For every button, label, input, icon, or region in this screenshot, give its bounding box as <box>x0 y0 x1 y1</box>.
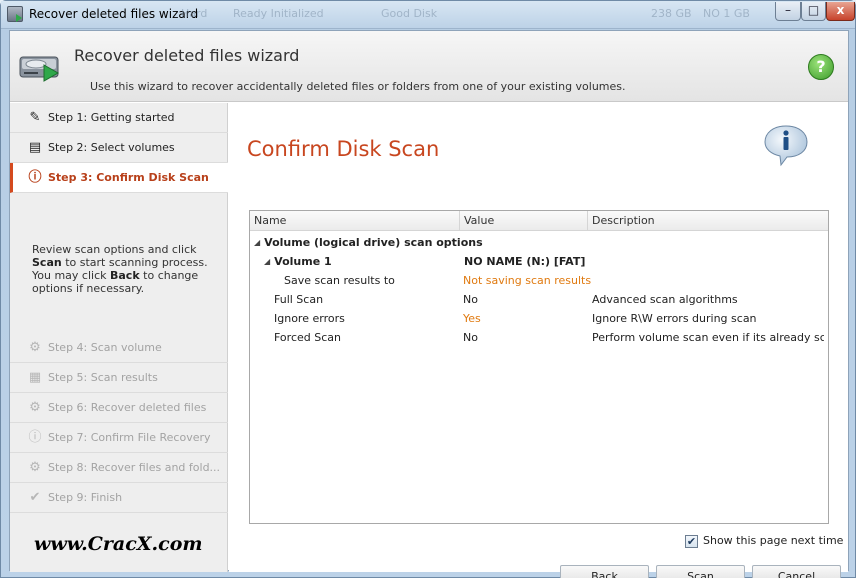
app-icon <box>7 6 23 22</box>
column-header-description[interactable]: Description <box>588 211 828 231</box>
window-title: Recover deleted files wizard <box>29 7 199 21</box>
row-name: Full Scan <box>274 293 324 306</box>
gear-icon: ⚙ <box>29 460 41 475</box>
scan-button[interactable]: Scan <box>656 565 745 578</box>
step-label: Step 3: Confirm Disk Scan <box>48 171 209 184</box>
step-label: Step 6: Recover deleted files <box>48 401 207 414</box>
page-title: Confirm Disk Scan <box>247 137 440 161</box>
sidebar-step-7: ⓘ Step 7: Confirm File Recovery <box>10 423 228 453</box>
row-description: Advanced scan algorithms <box>592 293 738 306</box>
collapse-triangle-icon[interactable]: ◢ <box>264 257 270 266</box>
row-name: Save scan results to <box>284 274 395 287</box>
show-next-time-label[interactable]: Show this page next time <box>703 534 843 547</box>
main-panel: Confirm Disk Scan Name Value Description <box>229 103 848 578</box>
maximize-button[interactable]: □ <box>801 2 826 21</box>
desc-line: to change <box>139 269 199 282</box>
checkmark-icon: ✔ <box>29 490 41 505</box>
row-name-text: Volume 1 <box>274 255 332 268</box>
background-window-text: 238 GB <box>651 7 692 20</box>
magic-wand-icon: ✎ <box>29 110 41 125</box>
gear-icon: ⚙ <box>29 400 41 415</box>
column-header-name[interactable]: Name <box>250 211 460 231</box>
background-window-text: Hard <box>181 7 208 20</box>
hard-drive-icon <box>19 56 60 82</box>
info-icon: ⓘ <box>28 430 42 445</box>
info-bubble-icon <box>764 125 808 167</box>
row-name: Ignore errors <box>274 312 345 325</box>
desc-back-word: Back <box>110 269 140 282</box>
minimize-button[interactable]: – <box>775 2 801 21</box>
collapse-triangle-icon[interactable]: ◢ <box>254 238 260 247</box>
step-label: Step 2: Select volumes <box>48 141 175 154</box>
table-header: Name Value Description <box>250 211 828 231</box>
desc-line: You may click <box>32 269 110 282</box>
desc-line: to start scanning process. <box>61 256 208 269</box>
row-description: Ignore R\W errors during scan <box>592 312 757 325</box>
column-header-value[interactable]: Value <box>460 211 588 231</box>
scan-options-table: Name Value Description ◢ Volume (logical … <box>249 210 829 524</box>
gear-icon: ⚙ <box>29 340 41 355</box>
table-group-row[interactable]: ◢ Volume (logical drive) scan options <box>250 233 828 252</box>
back-button[interactable]: Back <box>560 565 649 578</box>
sidebar-step-3[interactable]: ⓘ Step 3: Confirm Disk Scan <box>10 163 228 193</box>
row-name: ◢ Volume 1 <box>264 252 332 271</box>
row-name: Forced Scan <box>274 331 341 344</box>
row-value: Not saving scan results <box>463 274 592 287</box>
group-label-text: Volume (logical drive) scan options <box>264 236 483 249</box>
desc-line: Review scan options and click <box>32 243 197 256</box>
header-title: Recover deleted files wizard <box>74 46 300 65</box>
desc-line: options if necessary. <box>32 282 145 295</box>
step-label: Step 5: Scan results <box>48 371 158 384</box>
cancel-button[interactable]: Cancel <box>752 565 841 578</box>
sidebar-step-6: ⚙ Step 6: Recover deleted files <box>10 393 228 423</box>
wizard-header: Recover deleted files wizard Use this wi… <box>10 31 848 102</box>
step-label: Step 9: Finish <box>48 491 123 504</box>
row-value: No <box>463 331 478 344</box>
show-next-time-checkbox[interactable]: ✔ <box>685 535 698 548</box>
step-label: Step 8: Recover files and fold... <box>48 461 221 474</box>
wizard-window: Recover deleted files wizard Hard Ready … <box>0 0 856 578</box>
row-description: Perform volume scan even if its already … <box>592 331 824 344</box>
desc-scan-word: Scan <box>32 256 62 269</box>
watermark-text: www.CracX.com <box>34 533 203 555</box>
header-subtitle: Use this wizard to recover accidentally … <box>90 80 626 93</box>
step-label: Step 4: Scan volume <box>48 341 162 354</box>
sidebar-step-9: ✔ Step 9: Finish <box>10 483 228 513</box>
table-row[interactable]: Save scan results to Not saving scan res… <box>250 271 828 290</box>
table-row[interactable]: Forced Scan No Perform volume scan even … <box>250 328 828 347</box>
step-description: Review scan options and click Scan to st… <box>32 243 212 295</box>
row-value: Yes <box>463 312 481 325</box>
close-button[interactable]: x <box>826 2 855 21</box>
row-value: NO NAME (N:) [FAT] <box>464 255 586 268</box>
step-label: Step 1: Getting started <box>48 111 175 124</box>
help-icon[interactable]: ? <box>808 54 834 80</box>
sidebar-step-2[interactable]: ▤ Step 2: Select volumes <box>10 133 228 163</box>
steps-sidebar: ✎ Step 1: Getting started ▤ Step 2: Sele… <box>10 103 228 572</box>
table-row[interactable]: Full Scan No Advanced scan algorithms <box>250 290 828 309</box>
sidebar-step-5: ▦ Step 5: Scan results <box>10 363 228 393</box>
sidebar-step-8: ⚙ Step 8: Recover files and fold... <box>10 453 228 483</box>
group-label: ◢ Volume (logical drive) scan options <box>254 233 483 252</box>
table-row[interactable]: ◢ Volume 1 NO NAME (N:) [FAT] <box>250 252 828 271</box>
step-label: Step 7: Confirm File Recovery <box>48 431 211 444</box>
info-icon: ⓘ <box>28 170 42 185</box>
row-value: No <box>463 293 478 306</box>
background-window-text: NO 1 GB <box>703 7 750 20</box>
background-window-text: Ready Initialized <box>233 7 324 20</box>
wizard-client-area: Recover deleted files wizard Use this wi… <box>9 30 849 578</box>
drive-icon: ▤ <box>28 140 42 155</box>
sidebar-step-1[interactable]: ✎ Step 1: Getting started <box>10 103 228 133</box>
table-row[interactable]: Ignore errors Yes Ignore R\W errors duri… <box>250 309 828 328</box>
document-icon: ▦ <box>28 370 42 385</box>
title-bar[interactable]: Recover deleted files wizard Hard Ready … <box>1 1 855 29</box>
background-window-text: Good Disk <box>381 7 438 20</box>
sidebar-step-4: ⚙ Step 4: Scan volume <box>10 333 228 363</box>
